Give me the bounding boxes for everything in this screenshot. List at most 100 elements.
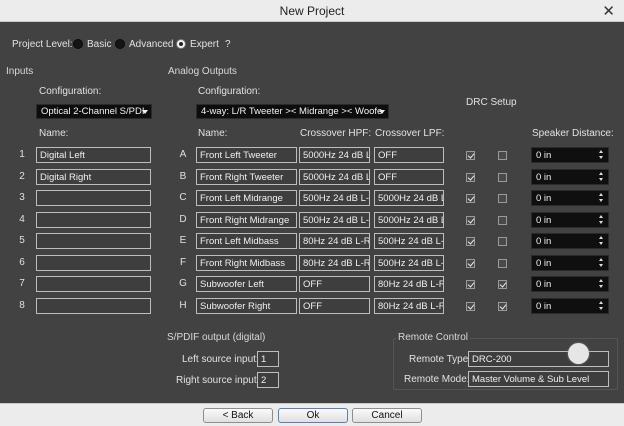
cancel-button[interactable]: Cancel [352,408,422,423]
speaker-distance-spinner[interactable]: 0 in [531,233,609,249]
crossover-hpf-field[interactable]: OFF [299,297,370,314]
crossover-lpf-field[interactable]: OFF [374,147,444,163]
input-row-index: 5 [19,235,25,246]
spdif-section-title: S/PDIF output (digital) [167,332,266,343]
radio-basic[interactable] [73,39,83,49]
drc-checkbox-2[interactable] [498,258,507,268]
drc-checkbox-2[interactable] [498,237,507,246]
drc-checkbox-2[interactable] [498,301,507,311]
output-name-field[interactable]: Front Right Midrange [196,211,297,228]
close-icon[interactable]: ✕ [602,2,615,20]
input-row-index: 7 [19,278,25,289]
drc-checkbox-1[interactable] [466,172,475,182]
input-row-index: 3 [19,192,25,203]
drc-checkbox-2[interactable] [498,280,507,289]
drc-checkbox-1[interactable] [466,215,475,225]
spinner-down-icon[interactable] [599,177,603,181]
radio-advanced[interactable] [115,39,125,49]
outputs-config-select[interactable]: 4-way: L/R Tweeter >< Midrange >< Woofe [196,104,389,119]
radio-basic-label[interactable]: Basic [87,39,111,50]
input-name-field[interactable] [36,297,151,314]
spinner-up-icon[interactable] [599,193,603,196]
output-name-field[interactable]: Front Left Midrange [196,190,297,206]
drc-checkbox-1[interactable] [466,237,475,246]
spinner-up-icon[interactable] [599,214,603,218]
drc-checkbox-1[interactable] [466,280,475,289]
speaker-distance-value: 0 in [536,300,552,312]
dialog-body: Project Level: Basic Advanced Expert ? I… [0,22,624,403]
spdif-right-input[interactable]: 2 [257,372,279,388]
speaker-distance-spinner[interactable]: 0 in [531,297,609,314]
spinner-down-icon[interactable] [599,306,603,310]
drc-checkbox-2[interactable] [498,194,507,203]
crossover-hpf-field[interactable]: 80Hz 24 dB L-R [299,254,370,271]
input-name-field[interactable]: Digital Left [36,147,151,163]
pointer-indicator [568,343,589,364]
radio-expert-label[interactable]: Expert [190,39,219,50]
crossover-hpf-field[interactable]: 5000Hz 24 dB L-R [299,168,370,185]
speaker-distance-value: 0 in [536,193,552,204]
drc-checkbox-2[interactable] [498,172,507,182]
remote-type-label: Remote Type: [409,354,472,365]
drc-checkbox-2[interactable] [498,151,507,160]
speaker-distance-value: 0 in [536,150,552,161]
help-icon[interactable]: ? [225,39,231,50]
drc-checkbox-1[interactable] [466,151,475,160]
inputs-config-select[interactable]: Optical 2-Channel S/PDI [36,104,152,119]
spinner-down-icon[interactable] [599,263,603,267]
output-name-field[interactable]: Front Left Midbass [196,233,297,249]
speaker-distance-spinner[interactable]: 0 in [531,211,609,228]
spinner-down-icon[interactable] [599,285,603,288]
output-name-field[interactable]: Front Left Tweeter [196,147,297,163]
crossover-hpf-field[interactable]: 5000Hz 24 dB L-R [299,147,370,163]
spinner-up-icon[interactable] [599,279,603,282]
input-name-field[interactable] [36,233,151,249]
drc-setup-header: DRC Setup [466,97,517,108]
speaker-distance-spinner[interactable]: 0 in [531,254,609,271]
crossover-lpf-field[interactable]: 5000Hz 24 dB L-R [374,190,444,206]
spinner-up-icon[interactable] [599,257,603,261]
spinner-up-icon[interactable] [599,150,603,153]
spinner-down-icon[interactable] [599,156,603,159]
input-name-field[interactable]: Digital Right [36,168,151,185]
crossover-lpf-field[interactable]: 80Hz 24 dB L-R [374,297,444,314]
drc-checkbox-2[interactable] [498,215,507,225]
output-name-field[interactable]: Front Right Midbass [196,254,297,271]
speaker-distance-spinner[interactable]: 0 in [531,147,609,163]
drc-checkbox-1[interactable] [466,258,475,268]
spinner-down-icon[interactable] [599,242,603,245]
crossover-lpf-field[interactable]: 80Hz 24 dB L-R [374,276,444,292]
drc-checkbox-1[interactable] [466,194,475,203]
back-button[interactable]: < Back [203,408,273,423]
crossover-lpf-field[interactable]: 5000Hz 24 dB L-R [374,211,444,228]
crossover-hpf-field[interactable]: 500Hz 24 dB L-R [299,211,370,228]
new-project-dialog: New Project ✕ Project Level: Basic Advan… [0,0,624,426]
drc-checkbox-1[interactable] [466,301,475,311]
spinner-up-icon[interactable] [599,300,603,304]
crossover-hpf-field[interactable]: 80Hz 24 dB L-R [299,233,370,249]
crossover-hpf-field[interactable]: 500Hz 24 dB L-R [299,190,370,206]
spinner-down-icon[interactable] [599,199,603,202]
input-name-field[interactable] [36,276,151,292]
speaker-distance-spinner[interactable]: 0 in [531,168,609,185]
spinner-up-icon[interactable] [599,171,603,175]
spdif-left-input[interactable]: 1 [257,351,279,367]
output-name-field[interactable]: Front Right Tweeter [196,168,297,185]
output-name-field[interactable]: Subwoofer Right [196,297,297,314]
spinner-down-icon[interactable] [599,220,603,224]
speaker-distance-spinner[interactable]: 0 in [531,276,609,292]
radio-advanced-label[interactable]: Advanced [129,39,173,50]
output-name-field[interactable]: Subwoofer Left [196,276,297,292]
input-name-field[interactable] [36,190,151,206]
crossover-lpf-field[interactable]: 500Hz 24 dB L-R [374,254,444,271]
input-name-field[interactable] [36,211,151,228]
ok-button[interactable]: Ok [278,408,348,423]
radio-expert[interactable] [176,39,186,49]
remote-mode-field[interactable]: Master Volume & Sub Level [468,371,609,387]
speaker-distance-spinner[interactable]: 0 in [531,190,609,206]
crossover-hpf-field[interactable]: OFF [299,276,370,292]
input-name-field[interactable] [36,254,151,271]
crossover-lpf-field[interactable]: OFF [374,168,444,185]
spinner-up-icon[interactable] [599,236,603,239]
crossover-lpf-field[interactable]: 500Hz 24 dB L-R [374,233,444,249]
